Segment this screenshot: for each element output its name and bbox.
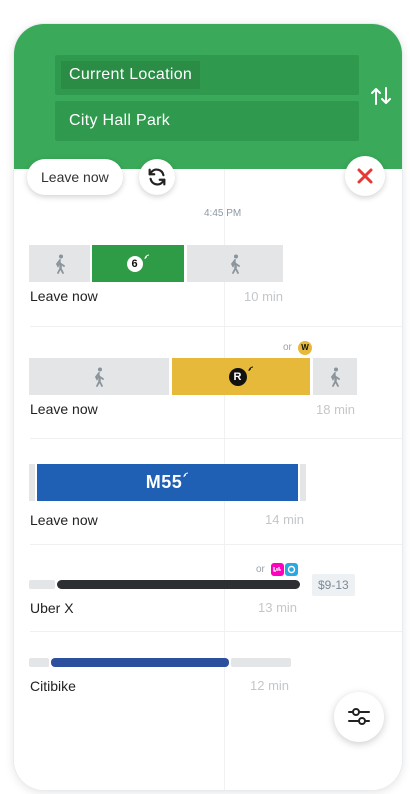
route-label: Leave now bbox=[30, 288, 98, 304]
line-r-bullet: R bbox=[228, 367, 247, 386]
route-duration: 10 min bbox=[244, 289, 284, 304]
walk-icon bbox=[55, 254, 65, 274]
destination-text: City Hall Park bbox=[69, 112, 171, 129]
bus-route-label: M55 bbox=[145, 472, 183, 492]
walk-segment bbox=[29, 464, 35, 501]
walk-icon bbox=[230, 254, 240, 274]
origin-field[interactable]: Current Location bbox=[55, 55, 359, 95]
subway-r-segment: R bbox=[172, 358, 310, 395]
origin-text: Current Location bbox=[61, 61, 201, 89]
bike-segment bbox=[51, 658, 229, 667]
or-label: or bbox=[256, 564, 265, 575]
walk-segment bbox=[187, 245, 283, 282]
walk-icon bbox=[330, 367, 340, 387]
line-w-bullet: W bbox=[298, 341, 312, 355]
trip-header: Current Location City Hall Park bbox=[14, 24, 402, 169]
route-divider bbox=[30, 544, 402, 545]
walk-segment bbox=[29, 245, 90, 282]
route-duration: 14 min bbox=[265, 512, 305, 527]
realtime-icon bbox=[248, 366, 253, 371]
line-6-bullet: 6 bbox=[126, 255, 143, 272]
route-label: Uber X bbox=[30, 600, 74, 616]
walk-segment bbox=[29, 658, 49, 667]
refresh-icon bbox=[148, 168, 166, 186]
via-icon bbox=[285, 563, 298, 576]
route-duration: 13 min bbox=[258, 600, 298, 615]
close-button[interactable] bbox=[345, 156, 385, 196]
route-duration: 18 min bbox=[316, 402, 356, 417]
route-label: Citibike bbox=[30, 678, 76, 694]
leave-now-button[interactable]: Leave now bbox=[27, 159, 123, 195]
walk-segment bbox=[29, 358, 169, 395]
realtime-icon bbox=[183, 472, 189, 477]
uber-ride-segment bbox=[57, 580, 300, 589]
route-duration: 12 min bbox=[250, 678, 290, 693]
or-label: or bbox=[283, 342, 292, 353]
phone-frame: Current Location City Hall Park Leave no… bbox=[14, 24, 402, 790]
route-divider bbox=[30, 631, 402, 632]
route-divider bbox=[30, 326, 402, 327]
route-label: Leave now bbox=[30, 512, 98, 528]
close-icon bbox=[357, 168, 373, 184]
walk-segment bbox=[300, 464, 306, 501]
route-label: Leave now bbox=[30, 401, 98, 417]
route-divider bbox=[30, 438, 402, 439]
filter-button[interactable] bbox=[334, 692, 384, 742]
bus-m55-segment: M55 bbox=[37, 464, 298, 501]
price-estimate: $9-13 bbox=[312, 574, 355, 596]
lyft-icon bbox=[271, 563, 284, 576]
subway-6-segment: 6 bbox=[92, 245, 184, 282]
walk-segment bbox=[313, 358, 357, 395]
destination-field[interactable]: City Hall Park bbox=[55, 101, 359, 141]
walk-segment bbox=[231, 658, 291, 667]
refresh-button[interactable] bbox=[139, 159, 175, 195]
swap-arrows-icon[interactable] bbox=[369, 84, 393, 108]
filter-icon bbox=[348, 708, 370, 725]
wait-segment bbox=[29, 580, 55, 589]
departure-time: 4:45 PM bbox=[204, 208, 242, 219]
walk-icon bbox=[94, 367, 104, 387]
realtime-icon bbox=[144, 254, 149, 259]
